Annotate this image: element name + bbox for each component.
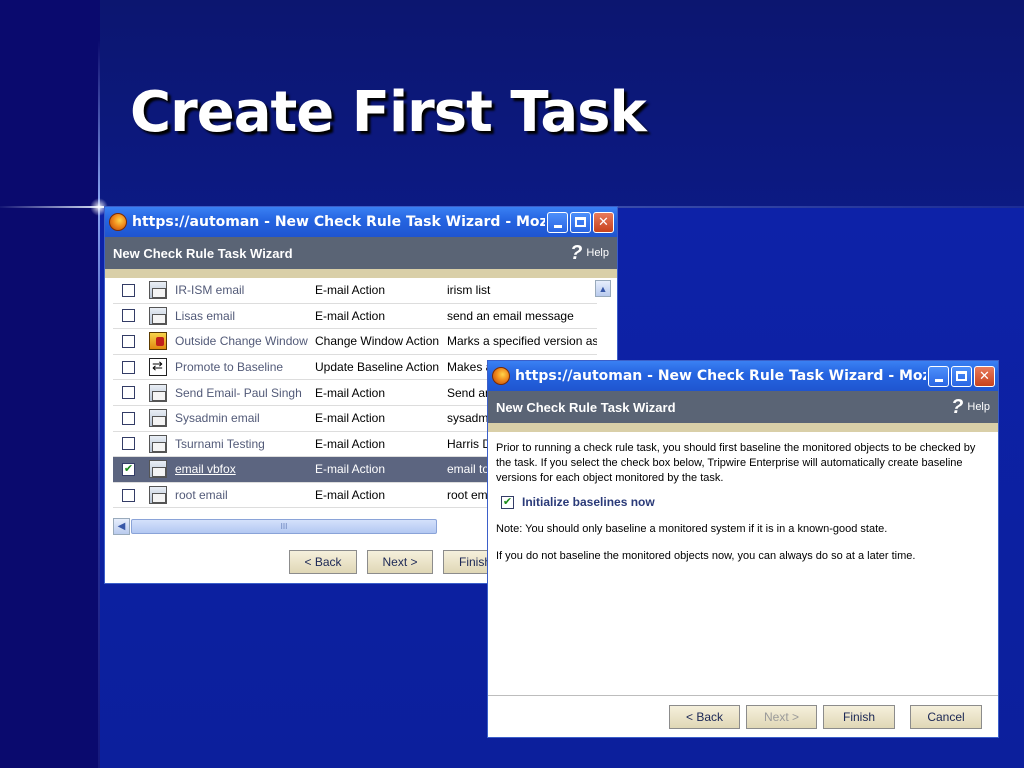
task-list-row[interactable]: Outside Change Window Change Window Actio… (113, 329, 597, 355)
window-title: https://automan - New Check Rule Task Wi… (515, 368, 926, 384)
row-type: E-mail Action (315, 488, 386, 503)
chevron-up-icon: ▲ (598, 283, 608, 294)
row-type: Update Baseline Action (315, 360, 440, 375)
row-checkbox[interactable] (122, 488, 135, 502)
slide-background-left (0, 0, 100, 768)
help-icon: ? (570, 241, 583, 264)
wizard-header: New Check Rule Task Wizard ? Help (488, 391, 998, 423)
mail-icon (149, 434, 167, 453)
row-checkbox[interactable] (122, 437, 135, 451)
close-button[interactable]: ✕ (593, 211, 614, 233)
header-divider-band (105, 269, 617, 278)
row-name[interactable]: email vbfox (175, 462, 315, 476)
help-label: Help (967, 401, 990, 413)
row-type: E-mail Action (315, 462, 386, 477)
row-name[interactable]: IR-ISM email (175, 283, 315, 297)
maximize-icon (575, 217, 586, 227)
window-title: https://automan - New Check Rule Task Wi… (132, 214, 545, 230)
row-checkbox[interactable] (122, 360, 135, 374)
row-name[interactable]: Tsurnami Testing (175, 437, 315, 451)
task-list-row[interactable]: Lisas email E-mail Action send an email me… (113, 304, 597, 330)
row-name[interactable]: Lisas email (175, 309, 315, 323)
help-link[interactable]: ? Help (570, 242, 609, 265)
close-icon: ✕ (979, 368, 990, 384)
header-divider-band (488, 423, 998, 432)
close-button[interactable]: ✕ (974, 365, 995, 387)
row-type: E-mail Action (315, 436, 386, 451)
firefox-icon (492, 367, 510, 385)
maximize-button[interactable] (951, 365, 972, 387)
scroll-up-button[interactable]: ▲ (595, 280, 611, 297)
wizard-body: Prior to running a check rule task, you … (488, 432, 998, 736)
wizard-window-baseline: https://automan - New Check Rule Task Wi… (487, 360, 999, 738)
help-link[interactable]: ? Help (951, 396, 990, 419)
back-button[interactable]: < Back (669, 705, 740, 729)
initialize-baselines-checkbox[interactable]: ✔ (501, 496, 514, 509)
row-description: Marks a specified version as (447, 334, 597, 349)
horizontal-scrollbar[interactable]: ◀ III (113, 518, 437, 535)
help-icon: ? (951, 395, 964, 418)
row-type: E-mail Action (315, 283, 386, 298)
wizard-header: New Check Rule Task Wizard ? Help (105, 237, 617, 269)
row-type: E-mail Action (315, 308, 386, 323)
close-icon: ✕ (598, 214, 609, 230)
scroll-thumb[interactable]: III (131, 519, 437, 534)
baseline-icon (149, 358, 167, 377)
change-window-icon (149, 332, 167, 351)
row-checkbox[interactable] (122, 334, 135, 348)
back-button[interactable]: < Back (289, 550, 357, 574)
row-name[interactable]: root email (175, 488, 315, 502)
row-name[interactable]: Promote to Baseline (175, 360, 315, 374)
window-titlebar[interactable]: https://automan - New Check Rule Task Wi… (105, 207, 617, 237)
scroll-left-button[interactable]: ◀ (113, 518, 130, 535)
mail-icon (149, 460, 167, 479)
mail-icon (149, 383, 167, 402)
maximize-icon (956, 371, 967, 381)
row-checkbox[interactable] (122, 309, 135, 323)
firefox-icon (109, 213, 127, 231)
wizard-header-title: New Check Rule Task Wizard (496, 399, 676, 415)
wizard-footer: < Back Next > Finish Cancel (488, 695, 998, 737)
initialize-baselines-label: Initialize baselines now (522, 495, 655, 509)
row-name[interactable]: Outside Change Window (175, 334, 315, 348)
maximize-button[interactable] (570, 211, 591, 233)
mail-icon (149, 281, 167, 300)
mail-icon (149, 486, 167, 505)
row-checkbox[interactable]: ✔ (122, 462, 135, 476)
initialize-baselines-option[interactable]: ✔ Initialize baselines now (501, 495, 990, 510)
minimize-icon (934, 378, 943, 382)
row-name[interactable]: Send Email- Paul Singh (175, 386, 315, 400)
cancel-button[interactable]: Cancel (910, 705, 982, 729)
row-name[interactable]: Sysadmin email (175, 411, 315, 425)
help-label: Help (586, 247, 609, 259)
chevron-left-icon: ◀ (117, 521, 126, 532)
wizard-header-title: New Check Rule Task Wizard (113, 245, 293, 261)
decorative-vertical-line (98, 40, 100, 768)
intro-text: Prior to running a check rule task, you … (496, 442, 976, 484)
task-list-row[interactable]: IR-ISM email E-mail Action irism list (113, 278, 597, 304)
slide-title: Create First Task (130, 80, 647, 145)
mail-icon (149, 306, 167, 325)
note-text: Note: You should only baseline a monitor… (496, 523, 888, 535)
minimize-button[interactable] (547, 211, 568, 233)
row-type: E-mail Action (315, 411, 386, 426)
minimize-icon (553, 224, 562, 228)
next-button[interactable]: Next > (746, 705, 817, 729)
row-checkbox[interactable] (122, 386, 135, 400)
row-checkbox[interactable] (122, 411, 135, 425)
mail-icon (149, 409, 167, 428)
next-button[interactable]: Next > (367, 550, 433, 574)
window-titlebar[interactable]: https://automan - New Check Rule Task Wi… (488, 361, 998, 391)
finish-button[interactable]: Finish (823, 705, 895, 729)
row-checkbox[interactable] (122, 283, 135, 297)
row-description: irism list (447, 283, 491, 298)
row-type: E-mail Action (315, 385, 386, 400)
row-type: Change Window Action (315, 334, 440, 349)
minimize-button[interactable] (928, 365, 949, 387)
later-text: If you do not baseline the monitored obj… (496, 550, 916, 562)
row-description: send an email message (447, 308, 574, 323)
